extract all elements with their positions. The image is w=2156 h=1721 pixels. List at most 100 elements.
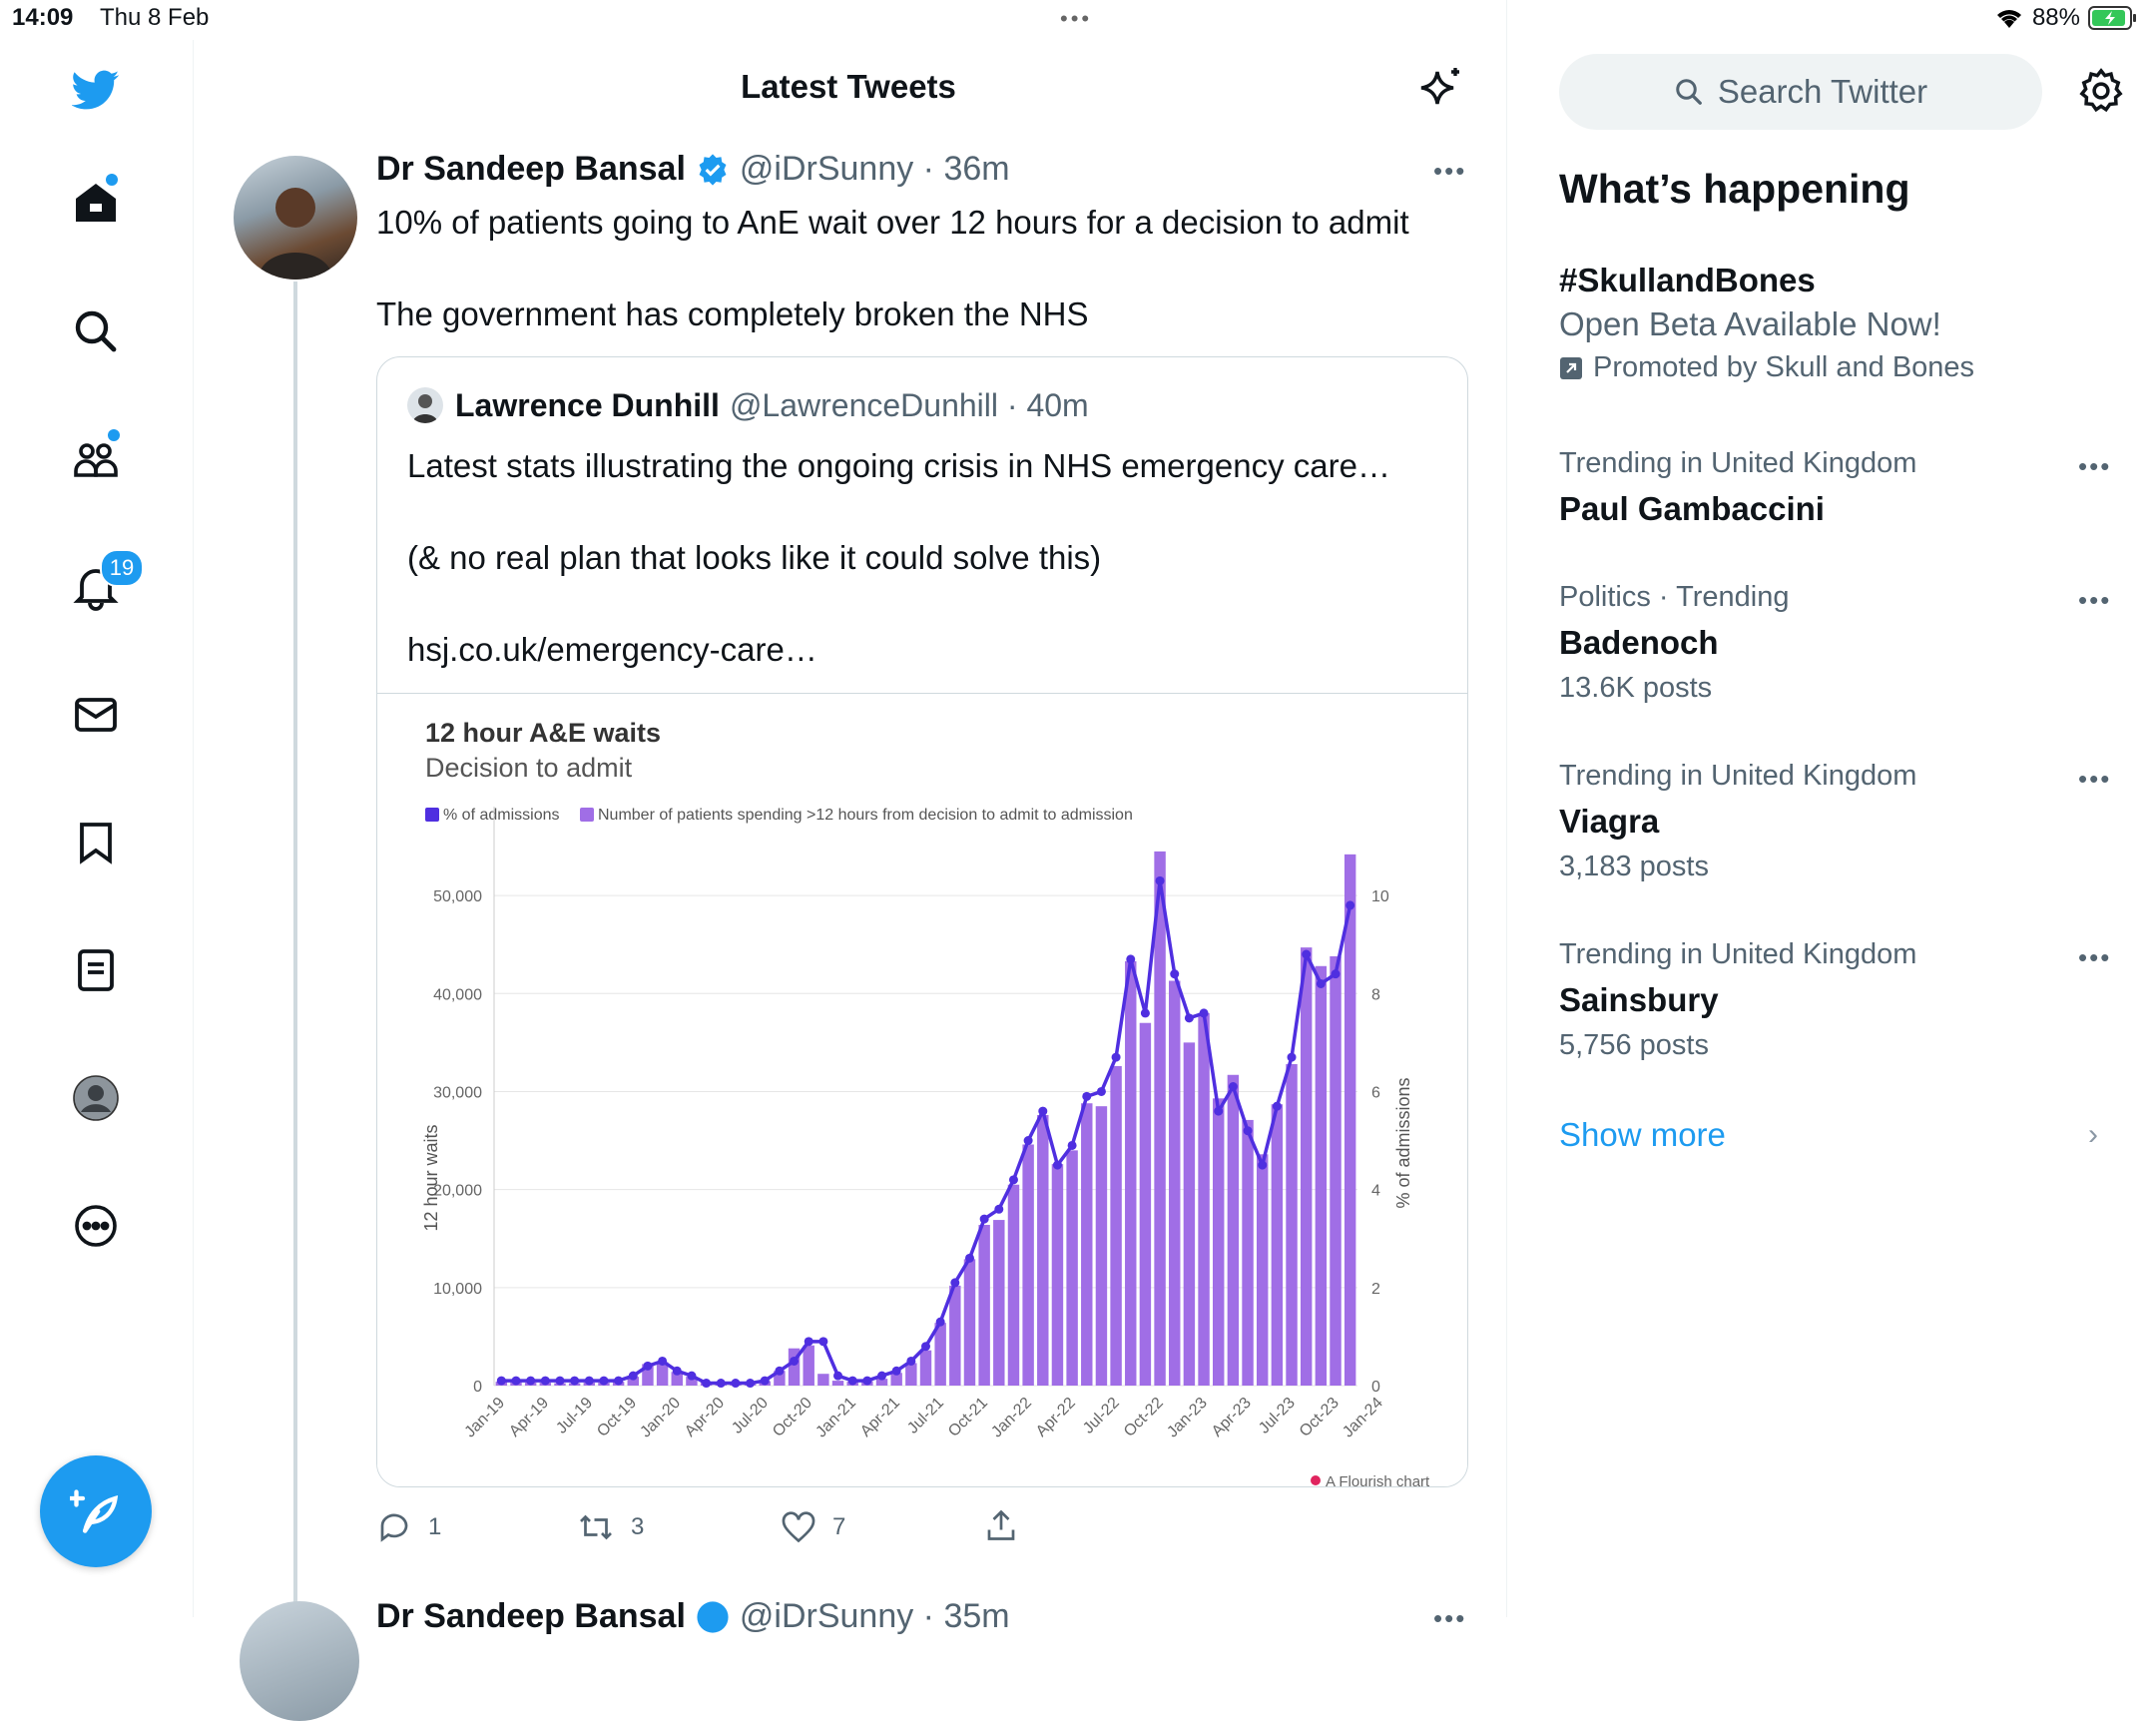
communities-icon[interactable] <box>64 427 128 491</box>
pct-point <box>847 1376 857 1386</box>
pct-point <box>1052 1160 1062 1170</box>
more-icon[interactable] <box>64 1194 128 1258</box>
y2-tick-label: 2 <box>1371 1281 1380 1298</box>
bar <box>1125 960 1137 1386</box>
trend-item-3[interactable]: Trending in United Kingdom Viagra 3,183 … <box>1559 760 2118 883</box>
pct-point <box>1038 1106 1048 1116</box>
y-tick-label: 40,000 <box>433 986 482 1003</box>
x-tick-label: Jul-23 <box>1256 1395 1299 1437</box>
pct-point <box>526 1376 536 1386</box>
trend-item-2[interactable]: Politics · Trending Badenoch 13.6K posts <box>1559 581 2118 705</box>
verified-badge-icon <box>699 153 727 186</box>
trend-count: 5,756 posts <box>1559 1029 1709 1061</box>
chevron-right-icon[interactable]: › <box>2088 1118 2098 1152</box>
explore-icon[interactable] <box>64 299 128 363</box>
next-author-avatar[interactable] <box>240 1601 359 1721</box>
y-tick-label: 10,000 <box>433 1281 482 1298</box>
trend-3-more-icon[interactable]: ••• <box>2078 764 2111 795</box>
legend-label-count: Number of patients spending >12 hours fr… <box>598 807 1133 824</box>
quote-text-line2: (& no real plan that looks like it could… <box>407 539 1102 576</box>
pct-point <box>1243 1126 1253 1136</box>
search-input[interactable]: Search Twitter <box>1559 54 2042 130</box>
notifications-icon[interactable]: 19 <box>64 549 144 619</box>
author-name[interactable]: Dr Sandeep Bansal <box>376 150 686 189</box>
trend-2-more-icon[interactable]: ••• <box>2078 585 2111 616</box>
chart-credit: A Flourish chart <box>1326 1473 1430 1487</box>
pct-point <box>1316 978 1326 988</box>
pct-point <box>760 1376 770 1386</box>
bar <box>1242 1119 1254 1386</box>
trend-4-more-icon[interactable]: ••• <box>2078 942 2111 973</box>
pct-point <box>1331 969 1341 979</box>
share-button[interactable] <box>983 1507 1019 1543</box>
messages-icon[interactable] <box>64 683 128 747</box>
bar <box>1139 1022 1152 1386</box>
quoted-tweet[interactable]: Lawrence Dunhill @LawrenceDunhill · 40m … <box>376 356 1468 1487</box>
y2-tick-label: 0 <box>1371 1379 1380 1396</box>
home-new-dot <box>106 174 118 186</box>
pct-point <box>584 1376 594 1386</box>
lists-icon[interactable] <box>64 938 128 1002</box>
x-tick-label: Apr-19 <box>506 1395 552 1440</box>
trend-name: Badenoch <box>1559 624 1719 661</box>
pct-point <box>1111 1052 1121 1062</box>
x-tick-label: Jan-20 <box>637 1395 684 1441</box>
trend-count: 13.6K posts <box>1559 672 1713 704</box>
promo-text: Open Beta Available Now! <box>1559 305 1941 342</box>
status-time: 14:09 <box>12 4 74 31</box>
legend-swatch-count <box>580 808 594 822</box>
trend-meta: Politics · Trending <box>1559 581 1790 613</box>
tweet-more-icon[interactable]: ••• <box>1433 156 1466 187</box>
pct-point <box>790 1356 800 1366</box>
y-tick-label: 30,000 <box>433 1084 482 1101</box>
like-button[interactable]: 7 <box>781 1509 845 1545</box>
promoted-trend[interactable]: #SkullandBones Open Beta Available Now! … <box>1559 262 2058 384</box>
profile-avatar-icon[interactable] <box>64 1066 128 1130</box>
bar <box>1286 1063 1298 1386</box>
trend-item-4[interactable]: Trending in United Kingdom Sainsbury 5,7… <box>1559 938 2118 1062</box>
thread-line <box>293 282 297 1617</box>
reply-button[interactable]: 1 <box>376 1509 441 1545</box>
trend-item-1[interactable]: Trending in United Kingdom Paul Gambacci… <box>1559 447 2118 528</box>
home-icon[interactable] <box>64 172 128 236</box>
retweet-button[interactable]: 3 <box>577 1509 644 1545</box>
bookmarks-icon[interactable] <box>64 811 128 874</box>
pct-point <box>891 1366 901 1376</box>
chart-image[interactable]: 12 hour A&E waits Decision to admit % of… <box>377 693 1467 1487</box>
settings-gear-icon[interactable] <box>2078 68 2124 119</box>
pct-point <box>1302 949 1312 959</box>
x-tick-label: Jul-21 <box>904 1395 947 1437</box>
legend-label-pct: % of admissions <box>443 807 560 824</box>
pct-point <box>1184 1013 1194 1023</box>
pct-point <box>804 1337 813 1347</box>
trend-meta: Trending in United Kingdom <box>1559 760 1917 792</box>
pct-point <box>496 1376 506 1386</box>
author-handle[interactable]: @iDrSunny · 36m <box>740 150 1010 189</box>
trend-1-more-icon[interactable]: ••• <box>2078 451 2111 482</box>
status-date: Thu 8 Feb <box>100 4 210 31</box>
twitter-logo-icon[interactable] <box>64 58 128 122</box>
pct-point <box>555 1376 565 1386</box>
trend-count: 3,183 posts <box>1559 851 1709 882</box>
sparkle-icon[interactable] <box>1417 64 1467 114</box>
x-tick-label: Oct-21 <box>945 1395 991 1440</box>
y-tick-label: 0 <box>473 1379 482 1396</box>
multitask-dots[interactable]: ••• <box>1060 6 1092 32</box>
bar <box>1022 1144 1034 1386</box>
bar <box>1256 1154 1269 1386</box>
pct-point <box>614 1376 624 1386</box>
pct-point <box>658 1356 668 1366</box>
pct-point <box>1214 1106 1224 1116</box>
status-right: 88% <box>1994 4 2138 32</box>
pct-point <box>1155 875 1165 885</box>
pct-point <box>1170 969 1180 979</box>
show-more-link[interactable]: Show more <box>1559 1116 1726 1154</box>
quote-author-name: Lawrence Dunhill <box>455 387 720 423</box>
pct-point <box>643 1361 653 1371</box>
author-avatar[interactable] <box>234 156 357 280</box>
compose-button[interactable] <box>40 1455 152 1567</box>
next-tweet-more-icon[interactable]: ••• <box>1433 1603 1466 1634</box>
bar <box>1330 955 1342 1386</box>
x-tick-label: Oct-23 <box>1297 1395 1343 1440</box>
wifi-icon <box>1996 10 2021 28</box>
